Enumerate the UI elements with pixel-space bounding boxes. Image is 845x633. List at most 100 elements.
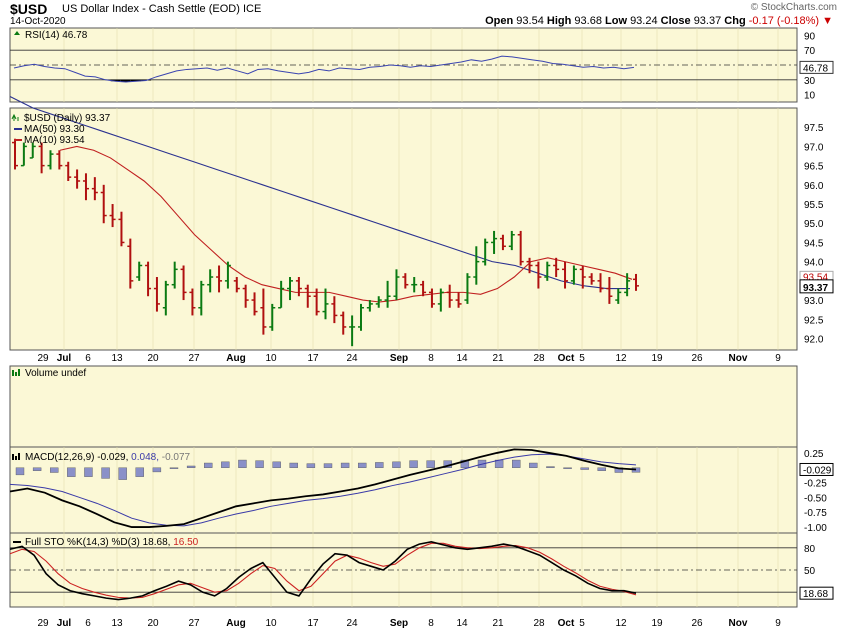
macd-histogram-bar: [392, 461, 401, 468]
ma10-legend: MA(10) 93.54: [24, 135, 85, 146]
macd-histogram-bar: [375, 462, 384, 468]
macd-histogram-bar: [306, 463, 316, 468]
macd-histogram-bar: [15, 467, 25, 476]
macd-histogram-bar: [409, 460, 418, 468]
x-tick-label-top: 13: [111, 353, 123, 364]
x-tick-label-top: 21: [492, 353, 504, 364]
x-tick-label-top: 27: [188, 353, 200, 364]
x-tick-label-bottom: 13: [111, 618, 123, 629]
macd-histogram-bar: [255, 460, 264, 468]
x-tick-label-top: 24: [346, 353, 358, 364]
macd-histogram-bar: [204, 462, 213, 468]
rsi-title: RSI(14) 46.78: [25, 30, 88, 41]
sto-title: Full STO %K(14,3) %D(3) 18.68, 16.50: [25, 537, 199, 548]
macd-histogram-bar: [118, 467, 127, 480]
macd-histogram-bar: [84, 467, 93, 477]
x-tick-label-top: Aug: [226, 353, 245, 364]
macd-histogram-bar: [221, 461, 230, 468]
price-y-tick: 93.0: [804, 296, 824, 307]
x-tick-label-bottom: 10: [265, 618, 277, 629]
x-tick-label-top: 10: [265, 353, 277, 364]
macd-histogram-bar: [135, 467, 144, 477]
macd-histogram-bar: [358, 462, 367, 468]
x-tick-label-top: Jul: [57, 353, 72, 364]
x-tick-label-top: Sep: [390, 353, 408, 364]
x-tick-label-bottom: 29: [37, 618, 49, 629]
x-tick-label-top: 6: [85, 353, 91, 364]
macd-histogram-bar: [426, 460, 435, 468]
x-tick-label-top: 19: [651, 353, 663, 364]
x-tick-label-bottom: 27: [188, 618, 200, 629]
price-y-tick: 97.0: [804, 142, 824, 153]
macd-histogram-bar: [512, 459, 521, 468]
x-tick-label-bottom: 26: [691, 618, 703, 629]
volume-title: Volume undef: [25, 368, 86, 379]
sto-title-part: 18.68,: [140, 537, 171, 548]
x-tick-label-bottom: Nov: [729, 618, 748, 629]
price-y-tick: 96.5: [804, 162, 824, 173]
macd-histogram-bar: [169, 467, 179, 469]
macd-y-tick: -0.75: [804, 508, 827, 519]
sto-y-tick: 50: [804, 566, 816, 577]
macd-histogram-bar: [186, 465, 196, 468]
price-y-tick: 94.0: [804, 258, 824, 269]
macd-histogram-bar: [546, 466, 555, 468]
macd-histogram-bar: [67, 467, 76, 477]
price-y-tick: 92.0: [804, 334, 824, 345]
x-tick-label-bottom: Aug: [226, 618, 245, 629]
price-y-tick: 96.0: [804, 181, 824, 192]
rsi-last-value: 46.78: [803, 63, 828, 74]
x-tick-label-bottom: Sep: [390, 618, 408, 629]
macd-histogram-bar: [272, 461, 281, 468]
x-tick-label-bottom: 12: [615, 618, 627, 629]
sto-y-tick: 80: [804, 544, 816, 555]
x-tick-label-bottom: 14: [456, 618, 468, 629]
macd-y-tick: -0.50: [804, 493, 827, 504]
x-tick-label-bottom: 17: [307, 618, 319, 629]
macd-title: MACD(12,26,9) -0.029, 0.048, -0.077: [25, 452, 191, 463]
x-tick-label-top: Nov: [729, 353, 748, 364]
rsi-y-tick: 10: [804, 91, 816, 102]
rsi-y-tick: 90: [804, 31, 816, 42]
x-tick-label-bottom: 5: [579, 618, 585, 629]
macd-title-part: -0.029,: [94, 452, 128, 463]
macd-histogram-bar: [289, 462, 298, 468]
macd-histogram-bar: [340, 462, 350, 468]
macd-histogram-bar: [50, 467, 59, 473]
macd-last-value: -0.029: [803, 465, 832, 476]
x-tick-label-top: 9: [775, 353, 781, 364]
macd-histogram-bar: [152, 467, 162, 473]
x-tick-label-bottom: 8: [428, 618, 434, 629]
price-y-tick: 97.5: [804, 123, 824, 134]
x-tick-label-top: 8: [428, 353, 434, 364]
x-tick-label-bottom: 9: [775, 618, 781, 629]
x-tick-label-top: Oct: [558, 353, 575, 364]
macd-y-tick: 0.25: [804, 449, 824, 460]
x-tick-label-bottom: 19: [651, 618, 663, 629]
x-tick-label-top: 29: [37, 353, 49, 364]
x-tick-label-bottom: 24: [346, 618, 358, 629]
macd-title-part: -0.077: [159, 452, 191, 463]
macd-histogram-bar: [563, 467, 572, 469]
x-tick-label-bottom: 21: [492, 618, 504, 629]
sto-title-part: 16.50: [170, 537, 198, 548]
macd-histogram-bar: [101, 467, 110, 479]
sto-title-part: Full STO %K(14,3) %D(3): [25, 537, 140, 548]
x-tick-label-top: 26: [691, 353, 703, 364]
price-panel: [9, 107, 798, 351]
macd-histogram-bar: [597, 467, 606, 471]
x-tick-label-top: 28: [533, 353, 545, 364]
macd-title-part: MACD(12,26,9): [25, 452, 94, 463]
x-tick-label-bottom: 20: [147, 618, 159, 629]
price-y-tick: 92.5: [804, 315, 824, 326]
volume-panel: [9, 365, 798, 448]
macd-y-tick: -1.00: [804, 523, 827, 534]
macd-histogram-bar: [238, 459, 247, 468]
x-tick-label-top: 20: [147, 353, 159, 364]
price-title: $USD (Daily) 93.37: [24, 113, 111, 124]
macd-histogram-bar: [323, 463, 333, 468]
macd-histogram-bar: [580, 467, 589, 470]
chart-canvas: 29 Jul 6 13 20 27 Aug 10 17 24 Sep 8 14 21 28 Oct 5 12 19 2…: [9, 27, 834, 629]
price-y-tick: 95.5: [804, 200, 824, 211]
sto-last-value: 18.68: [803, 589, 828, 600]
